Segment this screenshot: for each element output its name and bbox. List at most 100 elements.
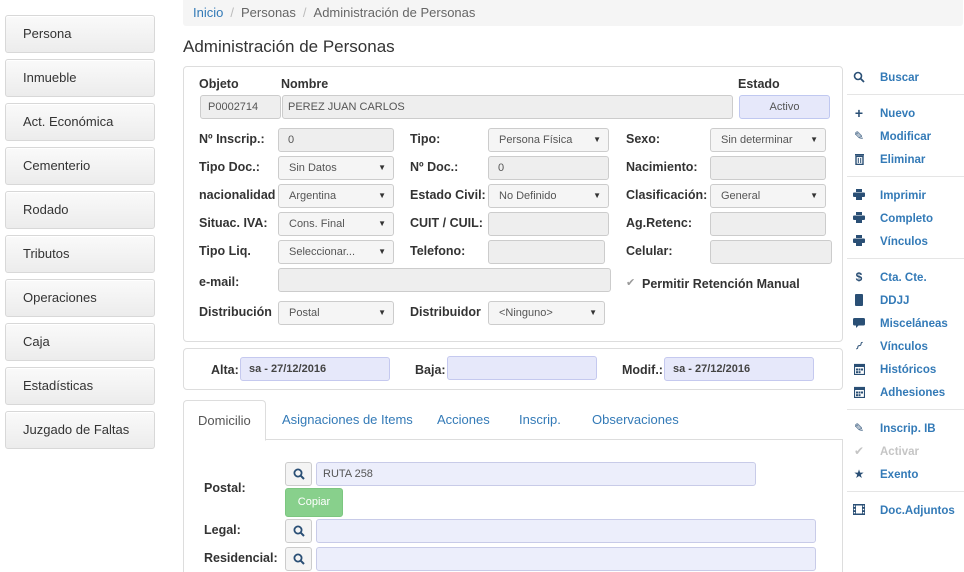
eliminar-action[interactable]: Eliminar xyxy=(847,150,964,170)
activar-action-label: Activar xyxy=(880,446,919,458)
objeto-field[interactable]: P0002714 xyxy=(200,95,281,119)
doc-adjuntos-action-label: Doc.Adjuntos xyxy=(880,505,955,517)
print-icon xyxy=(853,189,865,201)
tab-inscrip[interactable]: Inscrip. xyxy=(519,400,561,440)
sexo-select[interactable]: Sin determinar ▼ xyxy=(710,128,826,152)
postal-search-button[interactable] xyxy=(285,462,312,486)
nombre-field[interactable]: PEREZ JUAN CARLOS xyxy=(282,95,733,119)
nacionalidad-label: nacionalidad xyxy=(199,188,276,202)
tipoliq-select[interactable]: Seleccionar... ▼ xyxy=(278,240,394,264)
tipoliq-select-value: Seleccionar... xyxy=(289,246,356,258)
nuevo-action[interactable]: + Nuevo xyxy=(847,104,964,124)
inscrip-ib-action[interactable]: ✎ Inscrip. IB xyxy=(847,419,964,439)
sidebar-item-rodado[interactable]: Rodado xyxy=(5,191,155,229)
historicos-action-label: Históricos xyxy=(880,364,937,376)
breadcrumb-personas-link[interactable]: Personas xyxy=(241,5,296,20)
chevron-down-icon: ▼ xyxy=(593,191,601,200)
modificar-action-label: Modificar xyxy=(880,131,932,143)
modif-label: Modif.: xyxy=(622,363,663,377)
nacionalidad-select[interactable]: Argentina ▼ xyxy=(278,184,394,208)
ctacte-action[interactable]: $ Cta. Cte. xyxy=(847,268,964,288)
chevron-down-icon: ▼ xyxy=(378,163,386,172)
email-label: e-mail: xyxy=(199,275,240,289)
distribuidor-select-value: <Ninguno> xyxy=(499,307,553,319)
imprimir-action[interactable]: Imprimir xyxy=(847,186,964,206)
situaciva-select[interactable]: Cons. Final ▼ xyxy=(278,212,394,236)
tab-domicilio[interactable]: Domicilio xyxy=(183,400,266,441)
ddjj-action[interactable]: DDJJ xyxy=(847,291,964,311)
tab-acciones[interactable]: Acciones xyxy=(437,400,490,440)
adhesiones-action[interactable]: Adhesiones xyxy=(847,383,964,403)
agretenc-field[interactable] xyxy=(710,212,826,236)
ninscrip-field[interactable]: 0 xyxy=(278,128,394,152)
alta-field[interactable]: sa - 27/12/2016 xyxy=(240,357,390,381)
search-icon xyxy=(853,71,865,83)
cuit-field[interactable] xyxy=(488,212,609,236)
completo-action[interactable]: Completo xyxy=(847,209,964,229)
breadcrumb-current: Administración de Personas xyxy=(313,5,476,20)
sidebar-item-persona[interactable]: Persona xyxy=(5,15,155,53)
trash-icon xyxy=(853,153,865,166)
vinculos-print-action-label: Vínculos xyxy=(880,236,928,248)
ndoc-label: Nº Doc.: xyxy=(410,160,459,174)
postal-field[interactable]: RUTA 258 xyxy=(316,462,756,486)
distribucion-select[interactable]: Postal ▼ xyxy=(278,301,394,325)
exento-action[interactable]: ★ Exento xyxy=(847,465,964,485)
modif-field[interactable]: sa - 27/12/2016 xyxy=(664,357,814,381)
adhesiones-action-label: Adhesiones xyxy=(880,387,946,399)
agretenc-label: Ag.Retenc: xyxy=(626,216,692,230)
sidebar-item-estadisticas[interactable]: Estadísticas xyxy=(5,367,155,405)
sidebar-item-act-economica[interactable]: Act. Económica xyxy=(5,103,155,141)
residencial-field[interactable] xyxy=(316,547,816,571)
copiar-button[interactable]: Copiar xyxy=(285,488,343,517)
sidebar-item-cementerio[interactable]: Cementerio xyxy=(5,147,155,185)
sidebar-item-tributos[interactable]: Tributos xyxy=(5,235,155,273)
legal-search-button[interactable] xyxy=(285,519,312,543)
tipodoc-select[interactable]: Sin Datos ▼ xyxy=(278,156,394,180)
sidebar-item-caja[interactable]: Caja xyxy=(5,323,155,361)
tab-asignaciones[interactable]: Asignaciones de Items xyxy=(282,400,413,440)
legal-field[interactable] xyxy=(316,519,816,543)
book-icon xyxy=(853,294,865,306)
vinculos-action-label: Vínculos xyxy=(880,341,928,353)
telefono-label: Telefono: xyxy=(410,244,466,258)
nacimiento-field[interactable] xyxy=(710,156,826,180)
ndoc-field[interactable]: 0 xyxy=(488,156,609,180)
buscar-action[interactable]: Buscar xyxy=(847,68,964,88)
sidebar-item-inmueble[interactable]: Inmueble xyxy=(5,59,155,97)
celular-label: Celular: xyxy=(626,244,673,258)
search-icon xyxy=(293,553,305,565)
tab-observaciones[interactable]: Observaciones xyxy=(592,400,679,440)
sidebar-item-juzgado-de-faltas[interactable]: Juzgado de Faltas xyxy=(5,411,155,449)
clasificacion-select[interactable]: General ▼ xyxy=(710,184,826,208)
breadcrumb-home-link[interactable]: Inicio xyxy=(193,5,223,20)
doc-adjuntos-action[interactable]: Doc.Adjuntos xyxy=(847,501,964,521)
miscelaneas-action-label: Misceláneas xyxy=(880,318,948,330)
distribucion-select-value: Postal xyxy=(289,307,320,319)
objeto-label: Objeto xyxy=(199,77,239,91)
tipo-select[interactable]: Persona Física ▼ xyxy=(488,128,609,152)
vinculos-print-action[interactable]: Vínculos xyxy=(847,232,964,252)
permitir-label: Permitir Retención Manual xyxy=(642,277,800,291)
estadocivil-select[interactable]: No Definido ▼ xyxy=(488,184,609,208)
historicos-action[interactable]: Históricos xyxy=(847,360,964,380)
activar-action[interactable]: ✔ Activar xyxy=(847,442,964,462)
miscelaneas-action[interactable]: Misceláneas xyxy=(847,314,964,334)
page-title: Administración de Personas xyxy=(183,37,395,56)
modificar-action[interactable]: ✎ Modificar xyxy=(847,127,964,147)
divider xyxy=(847,258,964,259)
sexo-select-value: Sin determinar xyxy=(721,134,793,146)
vinculos-action[interactable]: ⌇ Vínculos xyxy=(847,337,964,357)
baja-field[interactable] xyxy=(447,356,597,380)
inscrip-ib-action-label: Inscrip. IB xyxy=(880,423,936,435)
sexo-label: Sexo: xyxy=(626,132,661,146)
residencial-search-button[interactable] xyxy=(285,547,312,571)
distribuidor-select[interactable]: <Ninguno> ▼ xyxy=(488,301,605,325)
email-field[interactable] xyxy=(278,268,611,292)
permitir-checkbox[interactable]: ✔ xyxy=(626,276,635,289)
sidebar-item-operaciones[interactable]: Operaciones xyxy=(5,279,155,317)
residencial-label: Residencial: xyxy=(204,551,278,565)
dollar-icon: $ xyxy=(855,270,863,284)
celular-field[interactable] xyxy=(710,240,832,264)
telefono-field[interactable] xyxy=(488,240,605,264)
